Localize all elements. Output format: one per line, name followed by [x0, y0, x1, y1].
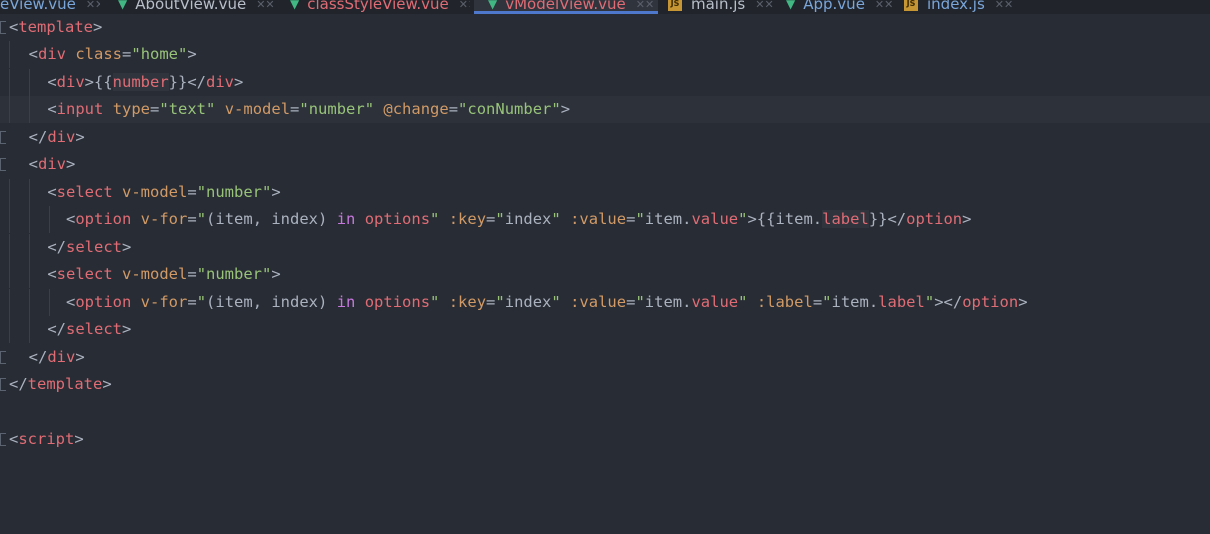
tab-label: main.js: [691, 0, 746, 13]
fold-marker-icon[interactable]: [0, 131, 6, 144]
close-icon[interactable]: ✕✕: [256, 0, 274, 12]
js-file-icon: JS: [904, 0, 918, 11]
code-line[interactable]: <div>{{number}}</div>: [0, 69, 1210, 96]
code-line[interactable]: <option v-for="(item, index) in options"…: [0, 289, 1210, 316]
close-icon[interactable]: ✕✕: [755, 0, 773, 12]
tab-about-view[interactable]: ▼ AboutView.vue ✕✕: [118, 0, 276, 14]
tab-home-view[interactable]: eView.vue ✕✕: [0, 0, 100, 14]
tab-label: AboutView.vue: [135, 0, 247, 13]
close-icon[interactable]: ✕✕: [459, 0, 470, 12]
vue-icon: ▼: [290, 0, 300, 11]
code-line-current[interactable]: <input type="text" v-model="number" @cha…: [0, 96, 1210, 123]
code-line[interactable]: </div>: [0, 344, 1210, 371]
code-line[interactable]: </select>: [0, 234, 1210, 261]
close-icon[interactable]: ✕✕: [995, 0, 1013, 12]
editor-tab-bar: eView.vue ✕✕ ▼ AboutView.vue ✕✕ ▼ classS…: [0, 0, 1210, 14]
tab-app-vue[interactable]: ▼ App.vue ✕✕: [786, 0, 896, 14]
code-line[interactable]: <option v-for="(item, index) in options"…: [0, 206, 1210, 233]
code-line[interactable]: </select>: [0, 316, 1210, 343]
code-line[interactable]: <template>: [0, 14, 1210, 41]
close-icon[interactable]: ✕✕: [875, 0, 893, 12]
tab-label: vModelView.vue: [505, 0, 626, 13]
code-line[interactable]: <div>: [0, 151, 1210, 178]
tab-index-js[interactable]: JS index.js ✕✕: [904, 0, 1024, 14]
fold-marker-icon[interactable]: [0, 433, 6, 446]
code-line[interactable]: <div class="home">: [0, 41, 1210, 68]
close-icon[interactable]: ✕✕: [636, 0, 654, 12]
tab-main-js[interactable]: JS main.js ✕✕: [668, 0, 778, 14]
tab-vmodel-view[interactable]: ▼ vModelView.vue ✕✕: [474, 0, 658, 14]
js-file-icon: JS: [668, 0, 682, 11]
fold-marker-icon[interactable]: [0, 378, 6, 391]
code-editor[interactable]: <template> <div class="home"> <div>{{num…: [0, 14, 1210, 448]
vue-icon: ▼: [118, 0, 128, 11]
tab-label: classStyleView.vue: [307, 0, 449, 13]
code-line-empty[interactable]: [0, 399, 1210, 426]
vue-icon: ▼: [488, 0, 498, 11]
code-line[interactable]: <select v-model="number">: [0, 179, 1210, 206]
code-line[interactable]: </template>: [0, 371, 1210, 398]
tab-class-style-view[interactable]: ▼ classStyleView.vue ✕✕: [290, 0, 470, 14]
tab-label: index.js: [927, 0, 985, 13]
fold-marker-icon[interactable]: [0, 351, 6, 364]
code-line[interactable]: <script>: [0, 426, 1210, 453]
code-line[interactable]: </div>: [0, 124, 1210, 151]
vue-icon: ▼: [786, 0, 796, 11]
tab-label: App.vue: [803, 0, 865, 13]
fold-marker-icon[interactable]: [0, 21, 6, 34]
code-line[interactable]: <select v-model="number">: [0, 261, 1210, 288]
fold-marker-icon[interactable]: [0, 158, 6, 171]
close-icon[interactable]: ✕✕: [86, 0, 100, 12]
tab-label: eView.vue: [0, 0, 76, 13]
